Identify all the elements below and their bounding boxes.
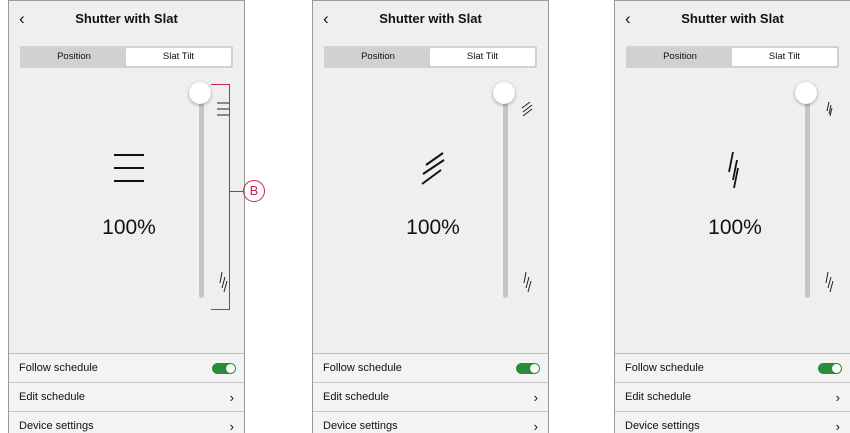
device-settings-row[interactable]: Device settings › <box>9 411 244 433</box>
mode-segmented-control: Position Slat Tilt <box>626 46 839 68</box>
follow-schedule-row: Follow schedule <box>615 353 850 382</box>
slat-closed-mini-icon <box>825 271 834 293</box>
slat-percent-label: 100% <box>406 216 460 239</box>
tab-position[interactable]: Position <box>22 48 126 66</box>
follow-schedule-toggle[interactable] <box>212 363 236 374</box>
follow-schedule-row: Follow schedule <box>313 353 548 382</box>
settings-list: Follow schedule Edit schedule › Device s… <box>313 353 548 433</box>
chevron-right-icon: › <box>835 419 840 433</box>
edit-schedule-row[interactable]: Edit schedule › <box>615 382 850 411</box>
follow-schedule-label: Follow schedule <box>19 362 98 374</box>
phone-screen-tilted: ‹ Shutter with Slat Position Slat Tilt 1… <box>312 0 549 433</box>
device-settings-row[interactable]: Device settings › <box>615 411 850 433</box>
edit-schedule-row[interactable]: Edit schedule › <box>9 382 244 411</box>
chevron-right-icon: › <box>835 390 840 405</box>
slat-open-mini-icon <box>521 101 533 117</box>
page-title: Shutter with Slat <box>379 11 482 26</box>
chevron-right-icon: › <box>229 390 234 405</box>
follow-schedule-toggle[interactable] <box>516 363 540 374</box>
chevron-right-icon: › <box>533 390 538 405</box>
header: ‹ Shutter with Slat <box>615 1 850 38</box>
slat-percent-label: 100% <box>102 216 156 239</box>
slider-track[interactable] <box>805 90 810 298</box>
edit-schedule-label: Edit schedule <box>323 391 390 403</box>
slider-thumb[interactable] <box>795 82 817 104</box>
settings-list: Follow schedule Edit schedule › Device s… <box>9 353 244 433</box>
slider-track[interactable] <box>199 90 204 298</box>
tab-slat-tilt[interactable]: Slat Tilt <box>126 48 231 66</box>
phone-screen-horizontal: ‹ Shutter with Slat Position Slat Tilt 1… <box>8 0 245 433</box>
device-settings-label: Device settings <box>625 420 700 432</box>
chevron-right-icon: › <box>533 419 538 433</box>
chevron-right-icon: › <box>229 419 234 433</box>
follow-schedule-row: Follow schedule <box>9 353 244 382</box>
phone-screen-vertical: ‹ Shutter with Slat Position Slat Tilt 1… <box>614 0 850 433</box>
slat-tilted-icon <box>421 152 445 185</box>
slat-percent-label: 100% <box>708 216 762 239</box>
edit-schedule-label: Edit schedule <box>19 391 86 403</box>
follow-schedule-toggle[interactable] <box>818 363 842 374</box>
header: ‹ Shutter with Slat <box>9 1 244 38</box>
tab-slat-tilt[interactable]: Slat Tilt <box>732 48 837 66</box>
slider-track[interactable] <box>503 90 508 298</box>
slat-horizontal-icon <box>114 154 144 182</box>
annotation-connector <box>230 191 243 192</box>
follow-schedule-label: Follow schedule <box>323 362 402 374</box>
slat-open-mini-icon <box>826 101 833 117</box>
device-settings-label: Device settings <box>19 420 94 432</box>
page-title: Shutter with Slat <box>681 11 784 26</box>
slat-closed-mini-icon <box>523 271 532 293</box>
header: ‹ Shutter with Slat <box>313 1 548 38</box>
tab-position[interactable]: Position <box>326 48 430 66</box>
mode-segmented-control: Position Slat Tilt <box>324 46 537 68</box>
settings-list: Follow schedule Edit schedule › Device s… <box>615 353 850 433</box>
edit-schedule-label: Edit schedule <box>625 391 692 403</box>
mode-segmented-control: Position Slat Tilt <box>20 46 233 68</box>
annotation-bracket <box>211 84 230 310</box>
slider-thumb[interactable] <box>493 82 515 104</box>
slider-thumb[interactable] <box>189 82 211 104</box>
tab-position[interactable]: Position <box>628 48 732 66</box>
annotation-callout-b: B <box>243 180 265 202</box>
follow-schedule-label: Follow schedule <box>625 362 704 374</box>
slat-control-area: 100% <box>313 78 548 348</box>
tab-slat-tilt[interactable]: Slat Tilt <box>430 48 535 66</box>
slat-vertical-icon <box>728 151 739 189</box>
slat-control-area: 100% <box>615 78 850 348</box>
device-settings-label: Device settings <box>323 420 398 432</box>
page-title: Shutter with Slat <box>75 11 178 26</box>
edit-schedule-row[interactable]: Edit schedule › <box>313 382 548 411</box>
device-settings-row[interactable]: Device settings › <box>313 411 548 433</box>
slat-control-area: 100% <box>9 78 244 348</box>
